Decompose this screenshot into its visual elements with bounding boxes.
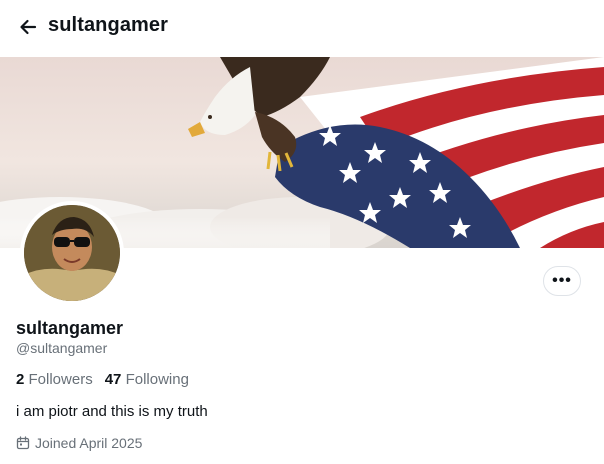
followers-label: Followers [28, 371, 93, 388]
user-handle: @sultangamer [16, 340, 108, 356]
more-options-button[interactable]: ••• [543, 266, 581, 296]
calendar-icon [16, 436, 30, 450]
page-title: sultangamer [48, 14, 169, 36]
top-bar: sultangamer [0, 0, 604, 56]
followers-link[interactable]: 2 Followers [16, 371, 93, 388]
more-options-icon: ••• [552, 272, 572, 289]
following-count: 47 [104, 371, 122, 388]
profile-bio: i am piotr and this is my truth [16, 403, 208, 420]
display-name: sultangamer [16, 318, 124, 338]
following-link[interactable]: 47 Following [105, 371, 189, 388]
follow-stats: 2 Followers 47 Following [16, 371, 189, 388]
avatar[interactable] [20, 201, 124, 305]
arrow-left-icon [20, 19, 37, 35]
followers-count: 2 [16, 371, 25, 388]
joined-date: Joined April 2025 [16, 435, 142, 451]
joined-label: Joined April 2025 [35, 435, 143, 451]
back-button[interactable] [14, 13, 42, 41]
following-label: Following [125, 371, 189, 388]
